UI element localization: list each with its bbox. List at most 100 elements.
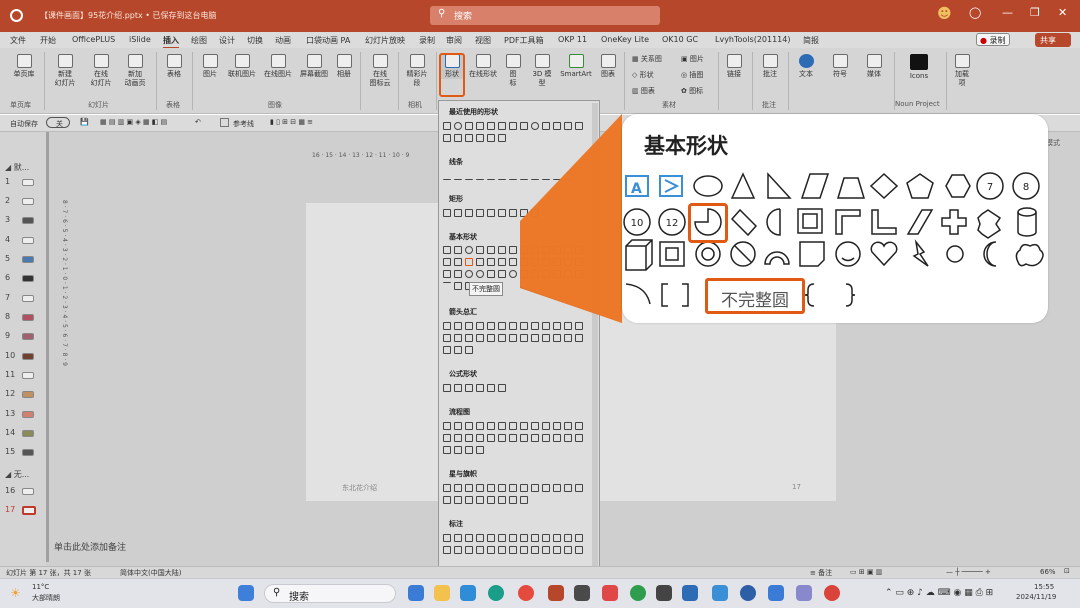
single-page-library-button[interactable]: 单页库 (6, 54, 42, 79)
chart-button[interactable]: 图表 (596, 54, 620, 79)
flowchart-shapes-row[interactable] (443, 446, 486, 456)
slide-thumbnail[interactable] (22, 449, 34, 456)
menu-home[interactable]: 开始 (40, 35, 56, 46)
start-windows-icon[interactable] (238, 585, 254, 601)
menu-file[interactable]: 文件 (10, 35, 26, 46)
toolbar-icons[interactable]: ▦ ▤ ▥ ▣ ◈ ▦ ◧ ▤ (100, 118, 167, 126)
slide-thumbnail[interactable] (22, 488, 34, 495)
menu-ok10[interactable]: OK10 GC (662, 35, 698, 44)
new-slide-button[interactable]: 新建 幻灯片 (48, 54, 82, 88)
menu-draw[interactable]: 绘图 (191, 35, 207, 46)
arrow-shapes-row[interactable] (443, 346, 475, 356)
menu-view[interactable]: 视图 (475, 35, 491, 46)
star-shapes-row[interactable] (443, 496, 530, 506)
material-shapes-button[interactable]: ◇ 形状 (632, 70, 654, 80)
wechat-icon[interactable] (630, 585, 646, 601)
slide-thumbnail[interactable] (22, 275, 34, 282)
noun-project-icons-button[interactable]: Icons (902, 54, 936, 81)
slide-thumbnail[interactable] (22, 256, 34, 263)
menu-pdf-tools[interactable]: PDF工具箱 (504, 35, 544, 46)
taskbar-app-icon[interactable] (824, 585, 840, 601)
taskbar-app-icon[interactable] (460, 585, 476, 601)
slide-thumbnail[interactable] (22, 237, 34, 244)
new-animation-page-button[interactable]: 新加 动画页 (118, 54, 152, 88)
media-button[interactable]: 媒体 (860, 54, 888, 79)
fit-slide-icon[interactable]: ⊡ (1064, 567, 1070, 575)
system-tray-icons[interactable]: ⌃ ▭ ⊕ ♪ ☁ ⌨ ◉ ▦ ⎙ ⊞ (885, 588, 993, 598)
online-pictures-button[interactable]: 联机图片 (224, 54, 260, 79)
close-icon[interactable]: ✕ (1058, 6, 1067, 19)
symbol-button[interactable]: 符号 (826, 54, 854, 79)
zoom-slider[interactable]: — ┼ ───── + (946, 568, 991, 576)
slide-thumbnail[interactable] (22, 198, 34, 205)
online-slide-button[interactable]: 在线 幻灯片 (84, 54, 118, 88)
view-buttons[interactable]: ▭ ⊞ ▣ ▥ (850, 568, 882, 576)
relationship-diagram-button[interactable]: ▦ 关系图 (632, 54, 662, 64)
slide-thumbnail[interactable] (22, 179, 34, 186)
material-icon-button[interactable]: ✿ 图标 (681, 86, 703, 96)
restore-icon[interactable]: ❐ (1030, 6, 1040, 19)
reference-line-checkbox[interactable] (220, 118, 229, 127)
arrow-shapes-row[interactable] (443, 334, 585, 344)
menu-lvyhtools[interactable]: LvyhTools(201114) (715, 35, 790, 44)
link-button[interactable]: 链接 (722, 54, 746, 79)
recent-shapes-row[interactable] (443, 122, 585, 132)
taskbar-app-icon[interactable] (574, 585, 590, 601)
autosave-toggle[interactable]: 关 (46, 117, 70, 128)
zoom-level[interactable]: 66% (1040, 568, 1056, 576)
taskbar-app-icon[interactable] (408, 585, 424, 601)
edge-icon[interactable] (488, 585, 504, 601)
menu-transitions[interactable]: 切换 (247, 35, 263, 46)
online-icon-cloud-button[interactable]: 在线 图标云 (364, 54, 396, 88)
cameo-button[interactable]: 精彩片 段 (402, 54, 432, 88)
feedback-emoji-icon[interactable]: ☻ (937, 6, 952, 22)
web-pictures-button[interactable]: 在线图片 (260, 54, 296, 79)
notes-toggle[interactable]: ≡ 备注 (810, 568, 832, 578)
menu-animations[interactable]: 动画 (275, 35, 291, 46)
slide-thumbnail[interactable] (22, 314, 34, 321)
slide-thumbnail[interactable] (22, 295, 34, 302)
menu-review[interactable]: 审阅 (446, 35, 462, 46)
menu-design[interactable]: 设计 (219, 35, 235, 46)
rectangle-shapes-row[interactable] (443, 209, 541, 219)
line-shapes-row[interactable] (443, 172, 574, 182)
language-indicator[interactable]: 简体中文(中国大陆) (120, 568, 181, 578)
comment-button[interactable]: 批注 (756, 54, 784, 79)
taskbar-app-icon[interactable] (796, 585, 812, 601)
slide-thumbnail[interactable] (22, 353, 34, 360)
flowchart-shapes-row[interactable] (443, 434, 585, 444)
menu-pocket-animation[interactable]: 口袋动画 PA (306, 35, 350, 46)
menu-slideshow[interactable]: 幻灯片放映 (365, 35, 405, 46)
save-icon[interactable]: 💾 (80, 118, 89, 126)
basic-shapes-row[interactable] (443, 246, 585, 256)
section-label[interactable]: ◢ 默... (5, 162, 29, 173)
taskbar-search[interactable]: ⚲ 搜索 (264, 584, 396, 603)
lightbulb-icon[interactable]: ◯ (969, 6, 981, 19)
slide-thumbnail[interactable] (22, 411, 34, 418)
add-ins-button[interactable]: 加载 项 (950, 54, 974, 88)
3d-models-button[interactable]: 3D 模 型 (528, 54, 556, 88)
text-button[interactable]: 文本 (792, 54, 820, 79)
picture-button[interactable]: 图片 (196, 54, 224, 79)
basic-shapes-row[interactable] (443, 270, 585, 280)
taskbar-app-icon[interactable] (712, 585, 728, 601)
material-picture-button[interactable]: ▣ 图片 (681, 54, 704, 64)
flowchart-shapes-row[interactable] (443, 422, 585, 432)
powerpoint-icon[interactable] (548, 585, 564, 601)
smartart-button[interactable]: SmartArt (558, 54, 594, 79)
star-shapes-row[interactable] (443, 484, 585, 494)
menu-officeplus[interactable]: OfficePLUS (72, 35, 115, 44)
online-shapes-button[interactable]: 在线形状 (466, 54, 500, 79)
share-button[interactable]: 共享 (1035, 33, 1071, 47)
slide-thumbnail[interactable] (22, 333, 34, 340)
slide-thumbnail[interactable] (22, 372, 34, 379)
icons-button[interactable]: 图 标 (502, 54, 524, 88)
title-search-box[interactable]: ⚲ 搜索 (430, 6, 660, 25)
menu-insert[interactable]: 插入 (163, 35, 179, 49)
weather-icon[interactable]: ☀ (10, 586, 21, 600)
recent-shapes-row[interactable] (443, 134, 508, 144)
taskbar-app-icon[interactable] (740, 585, 756, 601)
slide-thumbnail[interactable] (22, 217, 34, 224)
basic-shapes-row[interactable] (443, 258, 585, 268)
file-explorer-icon[interactable] (434, 585, 450, 601)
